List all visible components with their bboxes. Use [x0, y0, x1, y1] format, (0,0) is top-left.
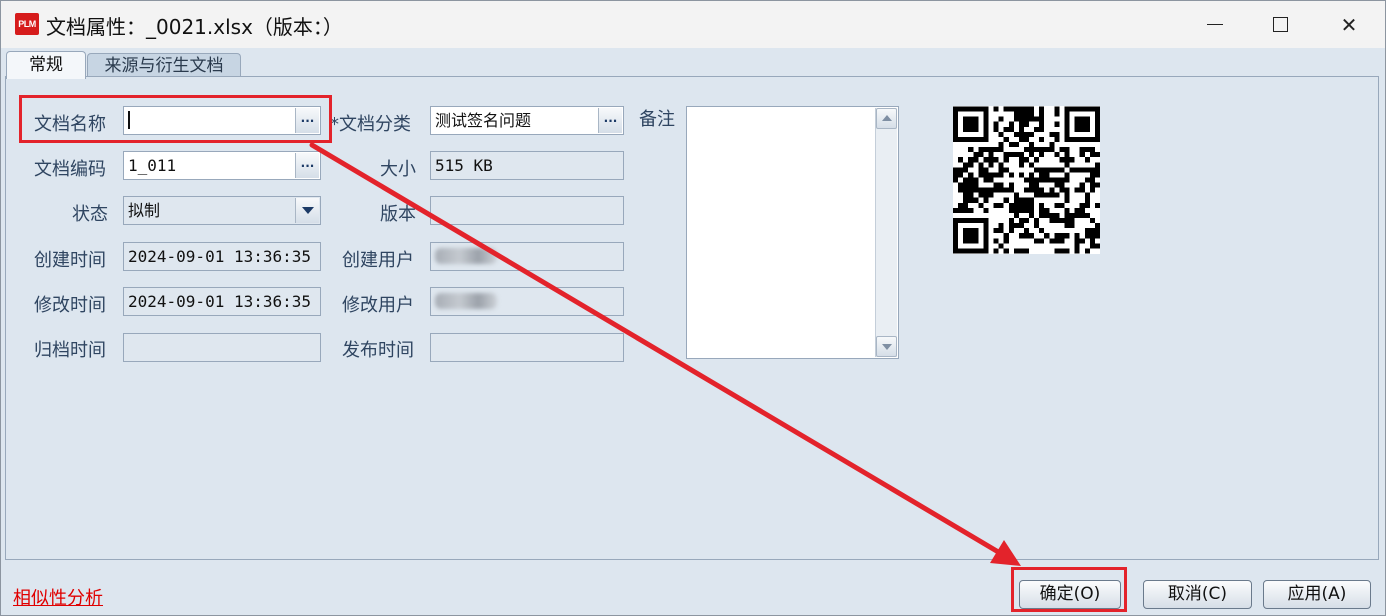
- qr-code-icon: [953, 106, 1100, 254]
- doc-name-input[interactable]: ...: [123, 106, 321, 135]
- redacted-username: [435, 293, 497, 309]
- minimize-icon: [1207, 24, 1223, 25]
- scroll-down-icon[interactable]: [876, 336, 897, 357]
- version-field: [430, 196, 624, 225]
- publish-time-label: 发布时间: [342, 340, 414, 361]
- status-select[interactable]: 拟制: [123, 196, 321, 225]
- cancel-button[interactable]: 取消(C): [1143, 580, 1252, 609]
- maximize-icon: [1272, 17, 1288, 32]
- tab-general[interactable]: 常规: [6, 51, 86, 79]
- archived-time-label: 归档时间: [34, 340, 106, 361]
- status-label: 状态: [72, 204, 108, 225]
- doc-code-label: 文档编码: [34, 159, 106, 180]
- apply-button[interactable]: 应用(A): [1263, 580, 1371, 609]
- redacted-username: [435, 248, 497, 264]
- modified-user-label: 修改用户: [342, 295, 414, 316]
- close-button[interactable]: ✕: [1319, 1, 1379, 48]
- notes-scrollbar[interactable]: [875, 108, 897, 357]
- modified-time-field: 2024-09-01 13:36:35: [123, 287, 321, 316]
- chevron-down-icon[interactable]: [295, 198, 319, 223]
- text-caret: [128, 111, 130, 129]
- modified-time-label: 修改时间: [34, 295, 106, 316]
- title-bar[interactable]: PLM 文档属性：_0021.xlsx（版本：） ✕: [1, 1, 1385, 48]
- category-browse-button[interactable]: ...: [598, 108, 622, 133]
- created-time-label: 创建时间: [34, 250, 106, 271]
- scroll-up-icon[interactable]: [876, 108, 897, 129]
- notes-label: 备注: [639, 109, 675, 130]
- maximize-button[interactable]: [1250, 1, 1310, 48]
- created-user-field: [430, 242, 624, 271]
- version-label: 版本: [380, 204, 416, 225]
- minimize-button[interactable]: [1185, 1, 1245, 48]
- notes-textarea[interactable]: [686, 106, 899, 359]
- close-icon: ✕: [1340, 12, 1358, 37]
- publish-time-field: [430, 333, 624, 362]
- size-field: 515 KB: [430, 151, 624, 180]
- doc-name-label: 文档名称: [34, 114, 106, 135]
- archived-time-field: [123, 333, 321, 362]
- doc-code-input[interactable]: 1_011 ...: [123, 151, 321, 180]
- doc-code-browse-button[interactable]: ...: [295, 153, 319, 178]
- size-label: 大小: [380, 159, 416, 180]
- modified-user-field: [430, 287, 624, 316]
- created-user-label: 创建用户: [342, 250, 414, 271]
- created-time-field: 2024-09-01 13:36:35: [123, 242, 321, 271]
- similarity-analysis-link[interactable]: 相似性分析: [13, 584, 103, 610]
- doc-name-browse-button[interactable]: ...: [295, 108, 319, 133]
- tab-source-derived-docs[interactable]: 来源与衍生文档: [87, 53, 241, 78]
- plm-app-icon: PLM: [15, 13, 39, 35]
- window-title: 文档属性：_0021.xlsx（版本：）: [46, 15, 343, 39]
- category-input[interactable]: 测试签名问题 ...: [430, 106, 624, 135]
- tab-strip: 常规 来源与衍生文档: [1, 48, 1385, 79]
- ok-button[interactable]: 确定(O): [1019, 580, 1121, 609]
- category-label: *文档分类: [330, 114, 411, 135]
